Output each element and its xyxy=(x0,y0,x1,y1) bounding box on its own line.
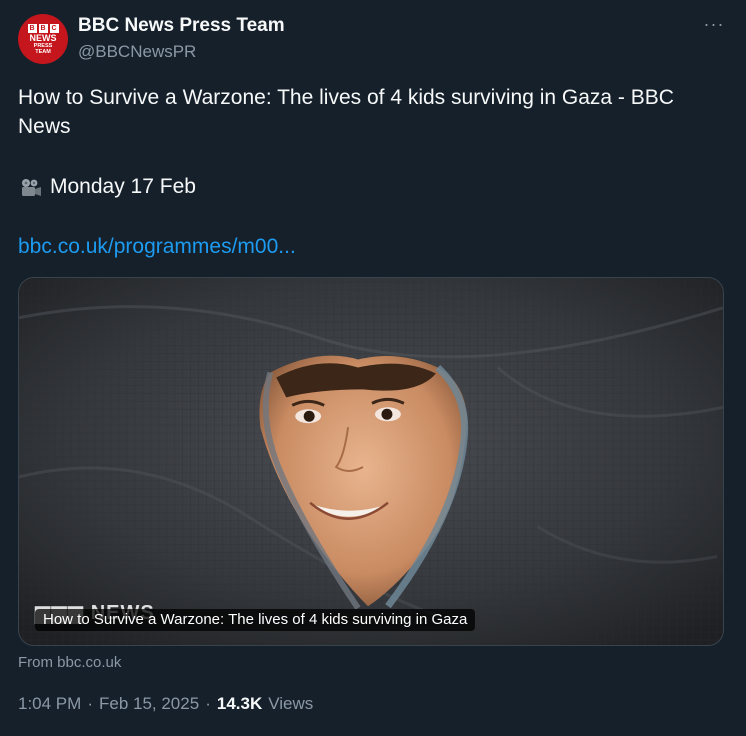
avatar-news-text: NEWS xyxy=(29,32,57,43)
date-text: Monday 17 Feb xyxy=(50,175,196,198)
tweet-date[interactable]: Feb 15, 2025 xyxy=(99,694,199,714)
meta-separator: · xyxy=(205,694,211,713)
more-options-button[interactable]: ··· xyxy=(700,14,728,38)
movie-camera-icon xyxy=(18,177,42,197)
tweet[interactable]: BBC NEWS PRESS TEAM BBC News Press Team … xyxy=(0,0,746,736)
bbc-logo-icon: BBC xyxy=(27,23,59,33)
card-caption: How to Survive a Warzone: The lives of 4… xyxy=(35,609,476,631)
tweet-time[interactable]: 1:04 PM xyxy=(18,694,81,714)
tweet-meta: 1:04 PM · Feb 15, 2025 · 14.3K Views xyxy=(18,694,313,714)
card-source[interactable]: From bbc.co.uk xyxy=(18,654,121,671)
avatar[interactable]: BBC NEWS PRESS TEAM xyxy=(18,14,68,64)
display-name[interactable]: BBC News Press Team xyxy=(78,15,285,37)
link-card[interactable]: ▆▆▆ NEWS How to Survive a Warzone: The l… xyxy=(18,277,724,646)
avatar-team-text: TEAM xyxy=(35,48,51,55)
card-image[interactable] xyxy=(19,278,723,645)
views-count[interactable]: 14.3K xyxy=(217,694,262,714)
meta-separator: · xyxy=(87,694,93,713)
views-label: Views xyxy=(268,694,314,713)
handle[interactable]: @BBCNewsPR xyxy=(78,42,196,62)
programme-link[interactable]: bbc.co.uk/programmes/m00... xyxy=(18,232,296,261)
tweet-text: How to Survive a Warzone: The lives of 4… xyxy=(18,86,674,138)
date-line: Monday 17 Feb xyxy=(18,172,196,201)
